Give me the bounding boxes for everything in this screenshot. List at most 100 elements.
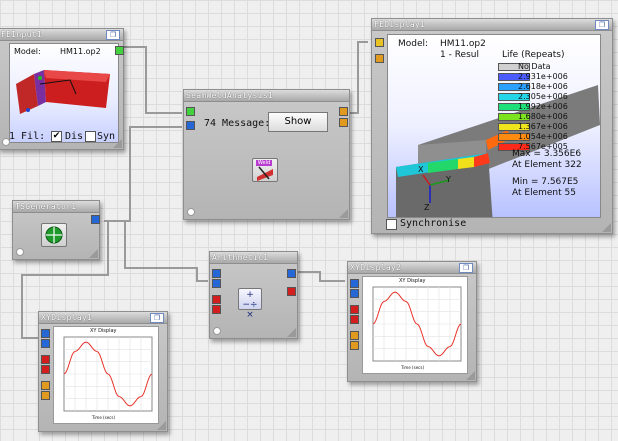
legend-entry: 2.931e+006 <box>498 72 598 82</box>
fe-display-legend: No Data 2.931e+006 2.618e+006 2.305e+006 1.9… <box>498 62 598 154</box>
xy-display2-x-label: Time (secs) <box>401 365 425 370</box>
show-messages-button[interactable]: Show <box>268 112 328 132</box>
xy-display1-titlebar[interactable]: XYDisplay1 ❐ <box>39 312 167 324</box>
fe-model-mesh-icon <box>16 70 110 114</box>
fe-input-node[interactable]: FEInput1 ❐ Model: HM11.op2 1 Fil: ✔ Dis … <box>0 28 124 150</box>
xy-display2-input-port-4[interactable] <box>350 315 359 324</box>
legend-label: 2.305e+006 <box>518 92 568 101</box>
xy-display2-chart <box>372 286 462 362</box>
xy-display1-input-port-6[interactable] <box>41 391 50 400</box>
arithmetic-input-port-2[interactable] <box>212 279 221 288</box>
fe-display-node[interactable]: FEDisplay1 ❐ X Y Z Model: HM11.op2 1 - R… <box>371 18 613 234</box>
fe-display-input-port-1[interactable] <box>375 38 384 47</box>
seam-weld-titlebar[interactable]: SeamWeldAnalysis1 <box>184 90 349 102</box>
xy-display1-input-port-5[interactable] <box>41 381 50 390</box>
seam-weld-input-port-model[interactable] <box>186 107 195 116</box>
restore-window-icon[interactable]: ❐ <box>459 263 473 273</box>
fe-display-max-text: Max = 3.356E6 <box>512 149 582 159</box>
restore-window-icon[interactable]: ❐ <box>150 313 164 323</box>
arithmetic-node[interactable]: Arithmetic1 +−÷× <box>209 251 298 339</box>
resize-grip-icon[interactable] <box>466 371 475 380</box>
resize-grip-icon[interactable] <box>157 421 166 430</box>
fe-display-model-value: HM11.op2 <box>440 39 486 49</box>
xy-display2-plot[interactable]: XY Display Time (secs) <box>362 276 468 374</box>
fe-input-titlebar[interactable]: FEInput1 ❐ <box>0 29 123 41</box>
legend-label: 1.680e+006 <box>518 112 568 121</box>
xy-display1-input-port-3[interactable] <box>41 355 50 364</box>
xy-display1-input-port-4[interactable] <box>41 365 50 374</box>
resize-grip-icon[interactable] <box>602 223 611 232</box>
xy-display1-x-label: Time (secs) <box>92 415 116 420</box>
display-checkbox-label: Dis <box>65 131 84 142</box>
fe-display-axis-x: X <box>418 165 424 174</box>
fe-display-viewport[interactable]: X Y Z Model: HM11.op2 1 - Resul Life (Re… <box>387 34 601 218</box>
wire-arith-to-xy2 <box>297 271 345 282</box>
xy-display1-node[interactable]: XYDisplay1 ❐ XY Display Time (secs) <box>38 311 168 432</box>
xy-display2-input-port-6[interactable] <box>350 341 359 350</box>
legend-entry: 1.367e+006 <box>498 122 598 132</box>
legend-label: 2.618e+006 <box>518 82 568 91</box>
arithmetic-input-port-3[interactable] <box>212 295 221 304</box>
fe-input-title: FEInput1 <box>1 30 42 39</box>
xy-display2-input-port-1[interactable] <box>350 279 359 288</box>
xy-display1-input-port-1[interactable] <box>41 329 50 338</box>
display-checkbox[interactable]: ✔ <box>51 131 62 142</box>
xy-display1-input-port-2[interactable] <box>41 339 50 348</box>
seam-weld-output-port-2[interactable] <box>339 118 348 127</box>
restore-window-icon[interactable]: ❐ <box>106 30 120 40</box>
legend-entry: 1.054e+006 <box>498 132 598 142</box>
ts-generator-icon <box>41 223 67 247</box>
arithmetic-output-port-1[interactable] <box>287 269 296 278</box>
arithmetic-title: Arithmetic1 <box>212 253 269 262</box>
arithmetic-input-port-4[interactable] <box>212 305 221 314</box>
node-status-indicator <box>187 208 195 216</box>
arithmetic-input-port-1[interactable] <box>212 269 221 278</box>
xy-display2-input-port-3[interactable] <box>350 305 359 314</box>
seam-weld-output-port-1[interactable] <box>339 107 348 116</box>
seam-weld-title: SeamWeldAnalysis1 <box>186 91 273 100</box>
seam-weld-input-port-loads[interactable] <box>186 121 195 130</box>
legend-label: 1.367e+006 <box>518 122 568 131</box>
xy-display1-plot[interactable]: XY Display Time (secs) <box>53 326 159 424</box>
legend-label: 1.992e+006 <box>518 102 568 111</box>
synchronise-checkbox[interactable] <box>386 219 397 230</box>
ts-generator-titlebar[interactable]: TSGenerator1 <box>13 201 99 213</box>
synchronise-label: Synchronise <box>400 218 467 229</box>
xy-display1-title: XYDisplay1 <box>41 313 93 322</box>
legend-entry: 2.618e+006 <box>498 82 598 92</box>
ts-generator-title: TSGenerator1 <box>15 202 77 211</box>
xy-display2-node[interactable]: XYDisplay2 ❐ XY Display Time (secs) <box>347 261 477 382</box>
xy-display2-input-port-5[interactable] <box>350 331 359 340</box>
restore-window-icon[interactable]: ❐ <box>595 20 609 30</box>
wire-tsgen-to-arith <box>104 220 208 282</box>
node-status-indicator <box>213 327 221 335</box>
xy-display2-titlebar[interactable]: XYDisplay2 ❐ <box>348 262 476 274</box>
fe-display-titlebar[interactable]: FEDisplay1 ❐ <box>372 19 612 31</box>
ts-generator-node[interactable]: TSGenerator1 <box>12 200 100 260</box>
xy-display2-input-port-2[interactable] <box>350 289 359 298</box>
ts-generator-output-port[interactable] <box>91 215 100 224</box>
seam-weld-node[interactable]: SeamWeldAnalysis1 74 Message: Show Weld <box>183 89 350 220</box>
fe-display-input-port-2[interactable] <box>375 54 384 63</box>
fe-input-output-port[interactable] <box>115 46 124 55</box>
xy-display1-chart <box>63 336 153 412</box>
sync-checkbox[interactable] <box>85 131 96 142</box>
fe-display-model-label: Model: <box>398 39 429 49</box>
wire-input-to-seamweld <box>122 46 182 114</box>
legend-label: No Data <box>518 62 551 71</box>
resize-grip-icon[interactable] <box>89 249 98 258</box>
resize-grip-icon[interactable] <box>339 209 348 218</box>
fe-input-preview: Model: HM11.op2 <box>9 43 119 143</box>
wire-seamweld-to-fedisplay <box>349 41 368 114</box>
arithmetic-titlebar[interactable]: Arithmetic1 <box>210 252 297 264</box>
arithmetic-output-port-2[interactable] <box>287 287 296 296</box>
fe-display-max-element: At Element 322 <box>512 160 582 170</box>
fe-display-life-label: Life (Repeats) <box>502 50 565 60</box>
resize-grip-icon[interactable] <box>287 328 296 337</box>
fe-display-axis-y: Y <box>446 175 451 184</box>
node-status-indicator <box>2 138 10 146</box>
fe-input-files-text: 1 Fil: <box>9 131 46 142</box>
resize-grip-icon[interactable] <box>113 139 122 148</box>
fe-display-min-element: At Element 55 <box>512 188 576 198</box>
fe-display-min-text: Min = 7.567E5 <box>512 177 579 187</box>
